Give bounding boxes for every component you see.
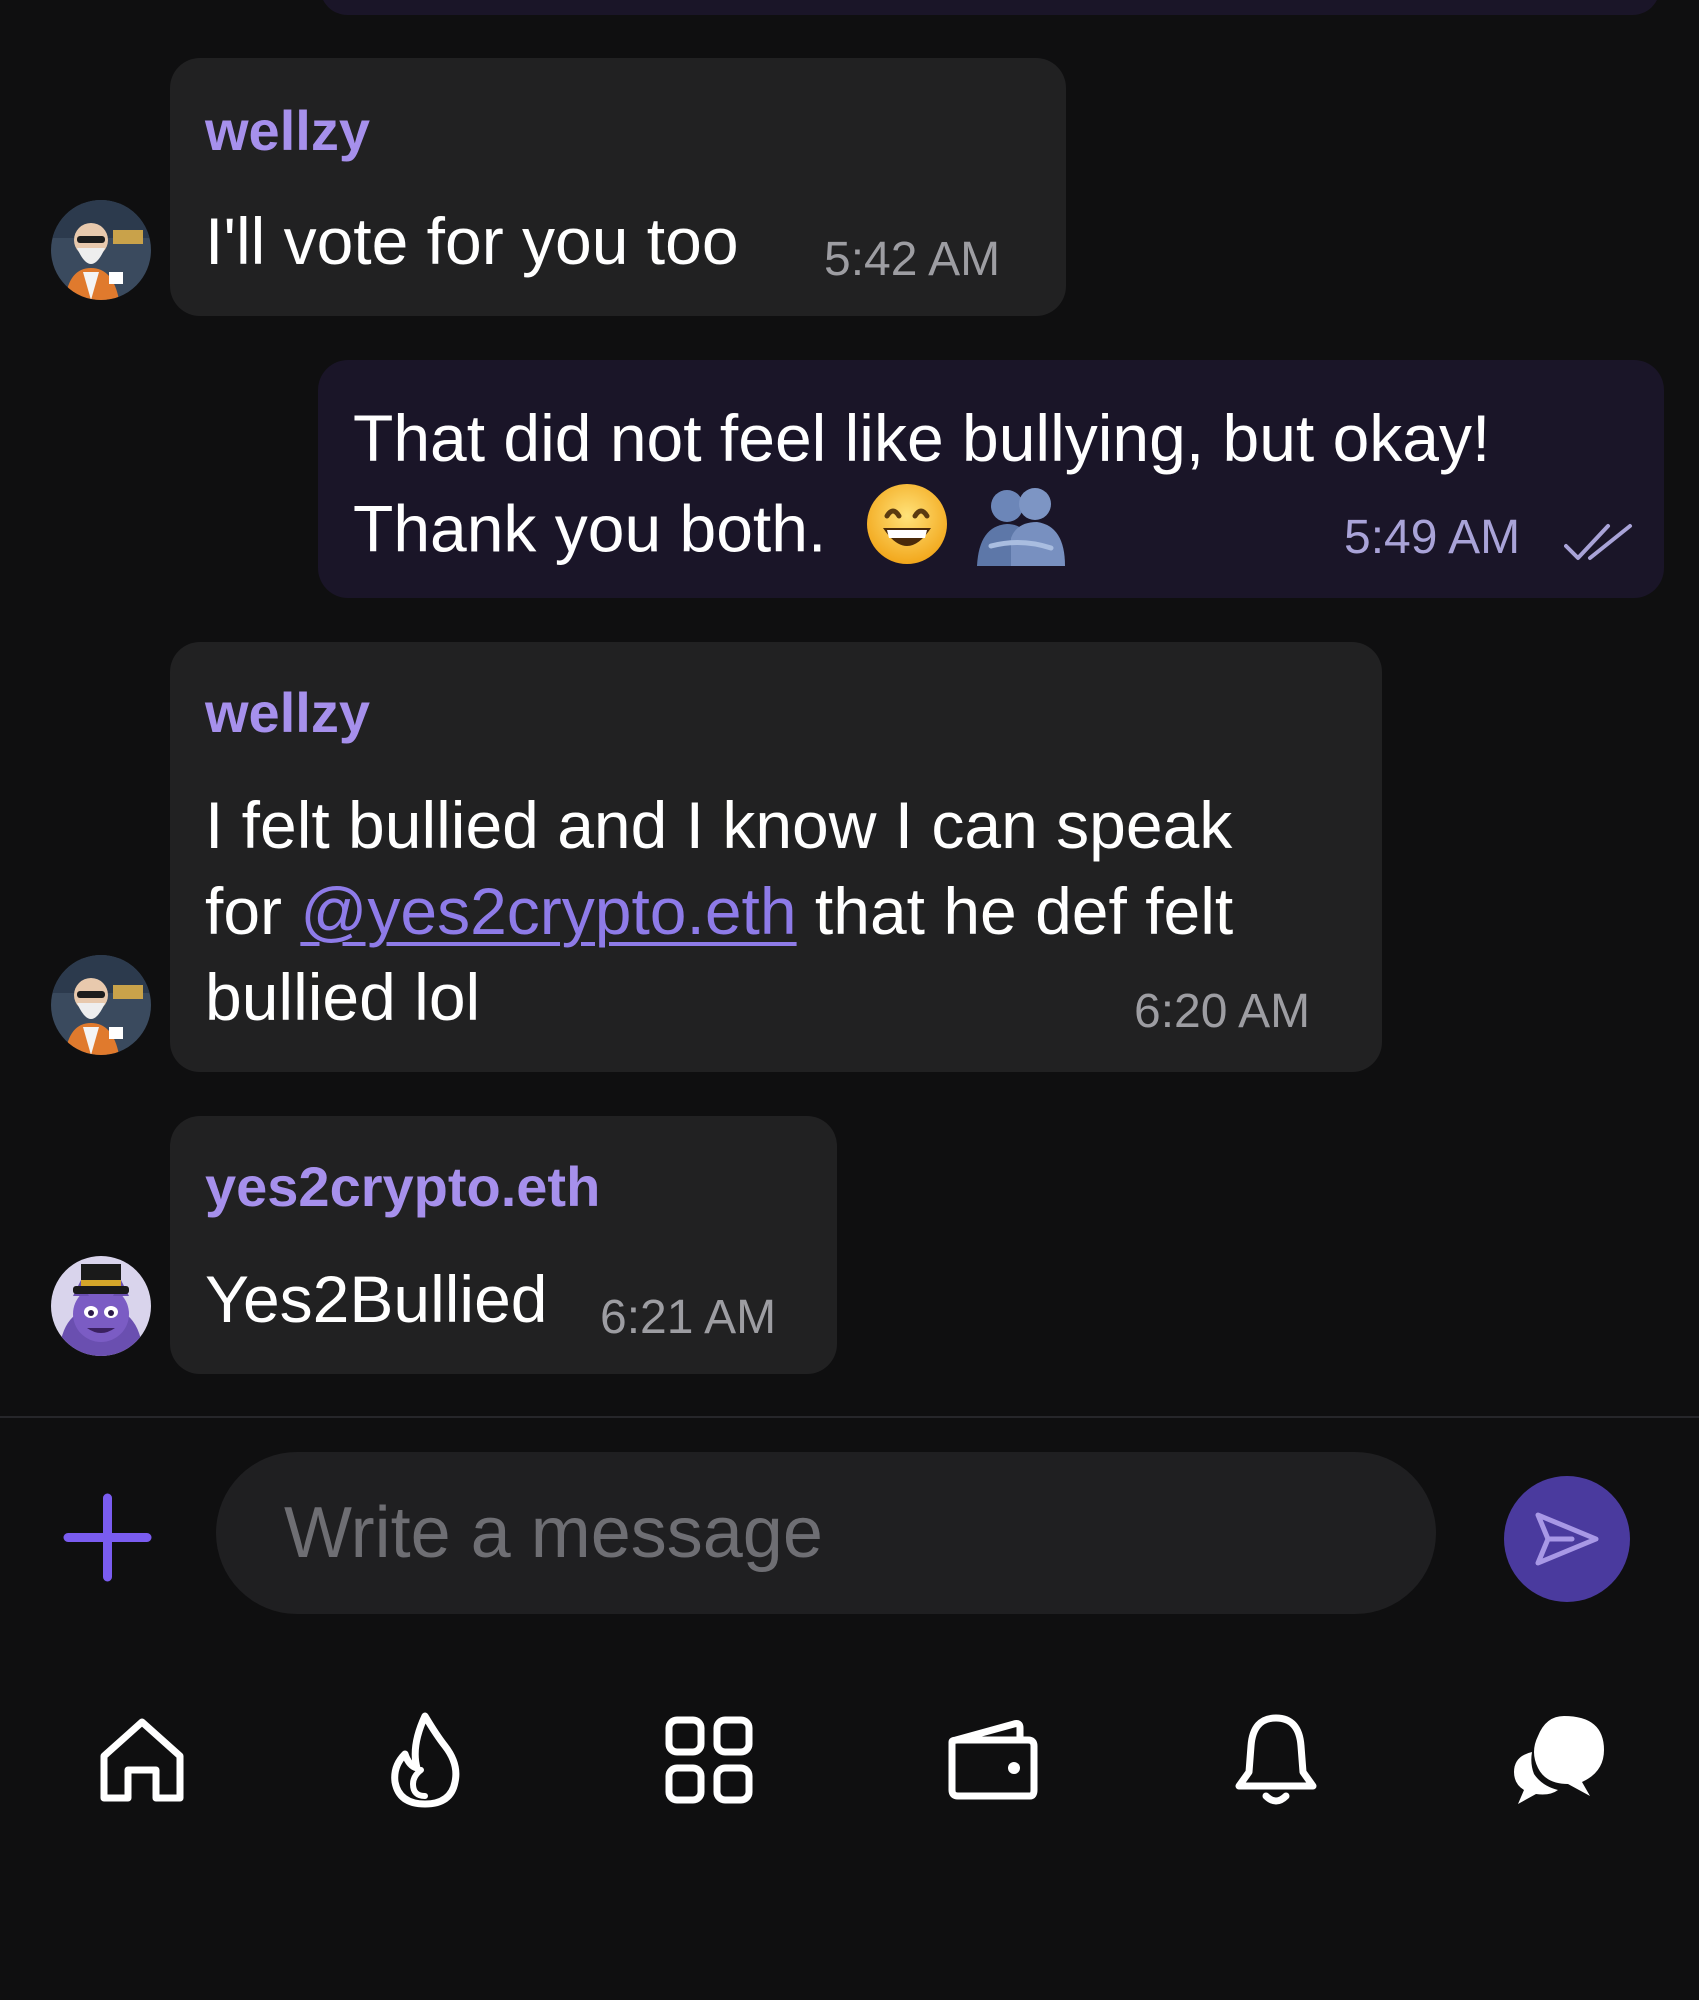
wallet-icon bbox=[948, 1720, 1038, 1800]
message-list[interactable]: wellzy I'll vote for you too 5:42 AM Tha… bbox=[0, 0, 1699, 1416]
message-text: that he def felt bbox=[796, 874, 1234, 948]
previous-message-bubble bbox=[320, 0, 1660, 15]
grinning-face-emoji bbox=[865, 482, 949, 586]
message-bubble-incoming[interactable]: wellzy I felt bullied and I know I can s… bbox=[170, 642, 1382, 1072]
avatar-wellzy[interactable] bbox=[51, 955, 151, 1055]
message-bubble-incoming[interactable]: wellzy I'll vote for you too 5:42 AM bbox=[170, 58, 1066, 316]
message-timestamp: 5:49 AM bbox=[1344, 511, 1521, 564]
nav-apps[interactable] bbox=[654, 1700, 764, 1820]
message-text-line-2: for @yes2crypto.eth that he def felt bbox=[205, 868, 1233, 954]
nav-notifications[interactable] bbox=[1221, 1700, 1331, 1820]
flame-icon bbox=[391, 1712, 460, 1808]
sender-name[interactable]: yes2crypto.eth bbox=[205, 1154, 600, 1219]
bearded-man-avatar bbox=[51, 200, 151, 300]
message-text: Thank you both. bbox=[353, 491, 827, 566]
message-bubble-outgoing[interactable]: That did not feel like bullying, but oka… bbox=[318, 360, 1664, 598]
hugging-people-emoji bbox=[971, 482, 1071, 586]
message-timestamp: 6:21 AM bbox=[600, 1291, 777, 1344]
avatar-wellzy[interactable] bbox=[51, 200, 151, 300]
bearded-man-avatar bbox=[51, 955, 151, 1055]
message-timestamp: 6:20 AM bbox=[1134, 985, 1311, 1038]
send-button[interactable] bbox=[1504, 1476, 1630, 1602]
message-bubble-incoming[interactable]: yes2crypto.eth Yes2Bullied 6:21 AM bbox=[170, 1116, 837, 1374]
plus-icon bbox=[63, 1493, 152, 1582]
message-timestamp: 5:42 AM bbox=[824, 233, 1001, 286]
purple-creature-top-hat-avatar bbox=[51, 1256, 151, 1356]
sender-name[interactable]: wellzy bbox=[205, 680, 370, 745]
home-icon bbox=[100, 1718, 184, 1802]
double-check-icon bbox=[1564, 524, 1632, 560]
apps-grid-icon bbox=[665, 1716, 753, 1804]
nav-wallet[interactable] bbox=[937, 1700, 1047, 1820]
bottom-navigation bbox=[0, 1700, 1699, 1820]
message-text-line-3: bullied lol bbox=[205, 960, 481, 1034]
message-text-line-1: I felt bullied and I know I can speak bbox=[205, 788, 1233, 862]
chat-icon bbox=[1514, 1716, 1604, 1804]
bell-icon bbox=[1235, 1714, 1317, 1805]
message-text-line-1: That did not feel like bullying, but oka… bbox=[353, 401, 1491, 475]
composer-divider bbox=[0, 1416, 1699, 1418]
mention-link[interactable]: @yes2crypto.eth bbox=[300, 874, 796, 948]
nav-chat[interactable] bbox=[1503, 1700, 1613, 1820]
send-icon bbox=[1535, 1512, 1599, 1566]
message-input[interactable] bbox=[216, 1452, 1436, 1614]
message-text: Yes2Bullied bbox=[205, 1262, 548, 1336]
message-text: for bbox=[205, 874, 301, 948]
nav-trending[interactable] bbox=[370, 1700, 480, 1820]
avatar-yes2crypto[interactable] bbox=[51, 1256, 151, 1356]
nav-home[interactable] bbox=[87, 1700, 197, 1820]
message-text-line-2: Thank you both. bbox=[353, 482, 1071, 586]
message-text: I'll vote for you too bbox=[205, 204, 739, 278]
sender-name[interactable]: wellzy bbox=[205, 98, 370, 163]
add-attachment-button[interactable] bbox=[60, 1490, 155, 1585]
